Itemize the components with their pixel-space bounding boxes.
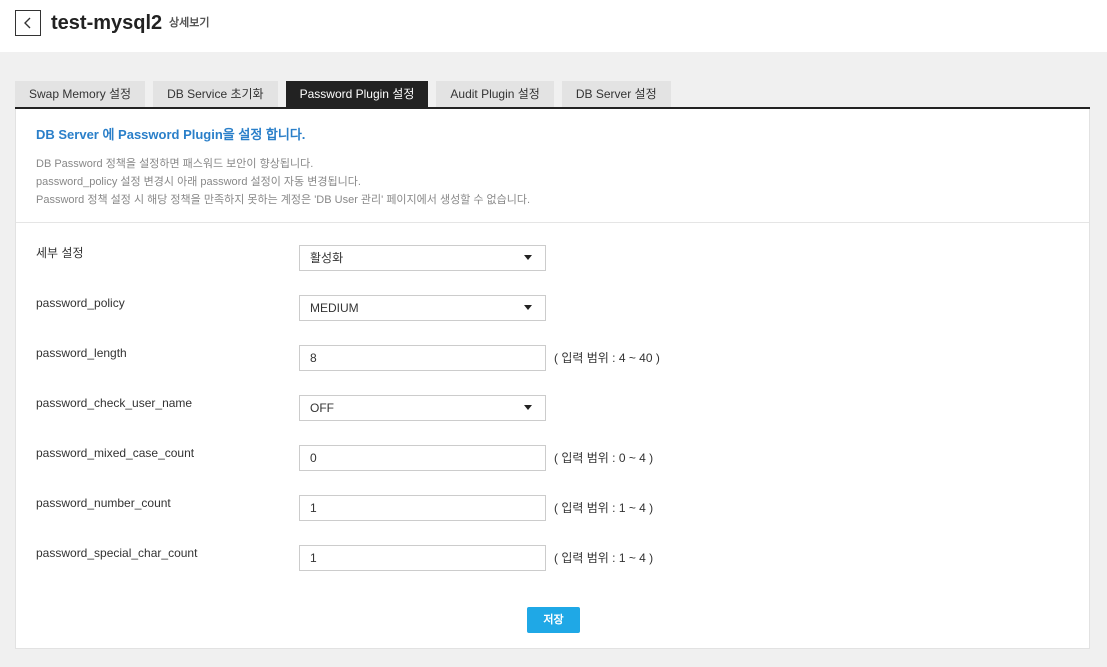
- field-row-detail-setting: 세부 설정 활성화: [36, 245, 1036, 271]
- field-row-password-length: password_length 8 ( 입력 범위 : 4 ~ 40 ): [36, 345, 1036, 371]
- tab-db-server[interactable]: DB Server 설정: [561, 81, 671, 108]
- select-value: MEDIUM: [310, 301, 359, 315]
- field-row-password-check-user-name: password_check_user_name OFF: [36, 395, 1036, 421]
- detail-setting-select[interactable]: 활성화: [299, 245, 546, 271]
- field-label: 세부 설정: [36, 246, 84, 260]
- field-row-password-mixed-case-count: password_mixed_case_count 0 ( 입력 범위 : 0 …: [36, 445, 1036, 471]
- tab-swap-memory[interactable]: Swap Memory 설정: [15, 81, 146, 108]
- panel-description: DB Password 정책을 설정하면 패스워드 보안이 향상됩니다. pas…: [36, 155, 530, 209]
- top-bar: test-mysql2 상세보기: [0, 0, 1107, 52]
- field-label: password_check_user_name: [36, 396, 193, 410]
- panel-heading: DB Server 에 Password Plugin을 설정 합니다.: [36, 127, 306, 142]
- select-value: OFF: [310, 401, 334, 415]
- save-button[interactable]: 저장: [527, 607, 580, 633]
- caret-down-icon: [524, 255, 532, 260]
- range-hint: ( 입력 범위 : 1 ~ 4 ): [554, 501, 654, 515]
- password-policy-select[interactable]: MEDIUM: [299, 295, 546, 321]
- tab-bar: Swap Memory 설정 DB Service 초기화 Password P…: [15, 81, 679, 108]
- caret-down-icon: [524, 405, 532, 410]
- tab-db-service-init[interactable]: DB Service 초기화: [153, 81, 278, 108]
- field-row-password-policy: password_policy MEDIUM: [36, 295, 1036, 321]
- password-mixed-case-count-input[interactable]: 0: [299, 445, 546, 471]
- password-check-user-name-select[interactable]: OFF: [299, 395, 546, 421]
- page-subtitle: 상세보기: [169, 17, 210, 29]
- back-button[interactable]: [15, 10, 41, 36]
- description-line: DB Password 정책을 설정하면 패스워드 보안이 향상됩니다.: [36, 158, 314, 170]
- select-value: 활성화: [310, 251, 344, 265]
- tab-audit-plugin[interactable]: Audit Plugin 설정: [436, 81, 554, 108]
- description-line: password_policy 설정 변경시 아래 password 설정이 자…: [36, 176, 361, 188]
- divider: [16, 222, 1089, 223]
- range-hint: ( 입력 범위 : 4 ~ 40 ): [554, 351, 660, 365]
- password-special-char-count-input[interactable]: 1: [299, 545, 546, 571]
- range-hint: ( 입력 범위 : 0 ~ 4 ): [554, 451, 654, 465]
- field-row-password-number-count: password_number_count 1 ( 입력 범위 : 1 ~ 4 …: [36, 495, 1036, 521]
- page-title: test-mysql2: [51, 12, 163, 34]
- field-row-password-special-char-count: password_special_char_count 1 ( 입력 범위 : …: [36, 545, 1036, 571]
- field-label: password_policy: [36, 296, 125, 310]
- field-label: password_special_char_count: [36, 546, 198, 560]
- description-line: Password 정책 설정 시 해당 정책을 만족하지 못하는 계정은 'DB…: [36, 194, 531, 206]
- tab-password-plugin[interactable]: Password Plugin 설정: [285, 81, 429, 108]
- chevron-left-icon: [24, 17, 31, 29]
- password-number-count-input[interactable]: 1: [299, 495, 546, 521]
- field-label: password_length: [36, 346, 127, 360]
- range-hint: ( 입력 범위 : 1 ~ 4 ): [554, 551, 654, 565]
- field-label: password_number_count: [36, 496, 171, 510]
- password-length-input[interactable]: 8: [299, 345, 546, 371]
- field-label: password_mixed_case_count: [36, 446, 195, 460]
- caret-down-icon: [524, 305, 532, 310]
- settings-panel: DB Server 에 Password Plugin을 설정 합니다. DB …: [15, 109, 1090, 649]
